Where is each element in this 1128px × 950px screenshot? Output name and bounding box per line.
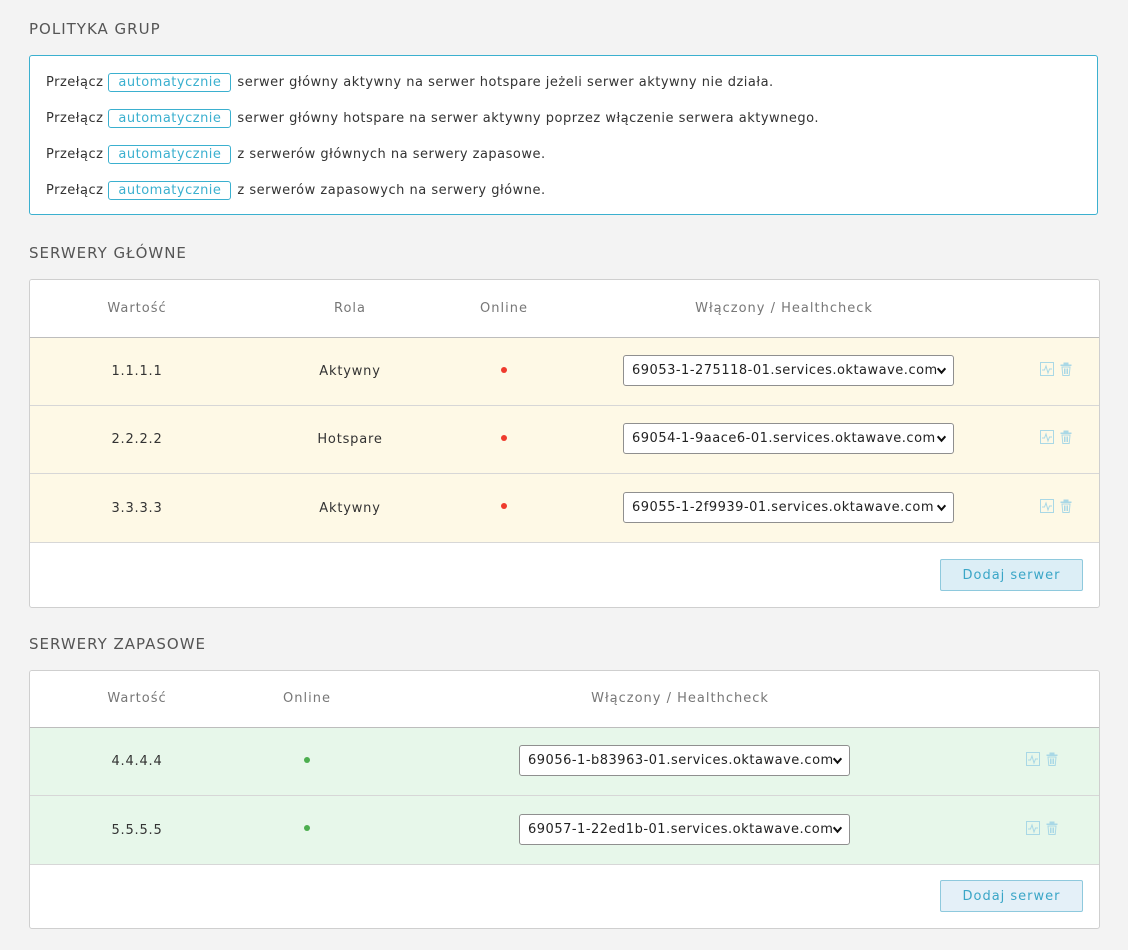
policy-line-3: Przełącz automatycznie z serwerów główny… (46, 145, 546, 164)
chevron-down-icon (936, 435, 947, 443)
chevron-down-icon (936, 367, 947, 375)
healthcheck-icon[interactable] (1040, 499, 1054, 513)
policy-text: z serwerów głównych na serwery zapasowe. (237, 147, 546, 162)
backup-servers-table: Wartość Online Włączony / Healthcheck 4.… (29, 670, 1100, 929)
policy-section-title: POLITYKA GRUP (29, 20, 161, 38)
table-row: 2.2.2.2 Hotspare 69054-1-9aace6-01.servi… (30, 406, 1099, 474)
policy-prefix: Przełącz (46, 147, 104, 162)
online-status (304, 796, 310, 864)
server-role: Hotspare (317, 432, 383, 447)
policy-toggle-4[interactable]: automatycznie (108, 181, 232, 200)
server-value: 1.1.1.1 (111, 364, 163, 379)
online-status (501, 406, 507, 473)
healthcheck-select[interactable]: 69055-1-2f9939-01.services.oktawave.com (623, 492, 954, 523)
healthcheck-icon[interactable] (1026, 821, 1040, 835)
policy-toggle-2[interactable]: automatycznie (108, 109, 232, 128)
policy-line-4: Przełącz automatycznie z serwerów zapaso… (46, 181, 546, 200)
table-row: 5.5.5.5 69057-1-22ed1b-01.services.oktaw… (30, 796, 1099, 865)
server-value: 2.2.2.2 (111, 432, 163, 447)
offline-dot-icon (501, 366, 507, 373)
healthcheck-icon[interactable] (1040, 430, 1054, 444)
chevron-down-icon (936, 504, 947, 512)
row-actions (1040, 362, 1073, 376)
policy-text: z serwerów zapasowych na serwery główne. (237, 183, 546, 198)
server-role: Aktywny (319, 500, 381, 516)
row-actions (1026, 821, 1059, 835)
column-header-online: Online (480, 301, 528, 316)
column-header-role: Rola (334, 301, 366, 316)
policy-text: serwer główny hotspare na serwer aktywny… (237, 111, 820, 126)
online-status (304, 728, 310, 795)
chevron-down-icon (832, 757, 843, 765)
group-policy-page: POLITYKA GRUP Przełącz automatycznie ser… (0, 0, 1128, 950)
table-row: 3.3.3.3 Aktywny 69055-1-2f9939-01.servic… (30, 474, 1099, 543)
column-header-healthcheck: Włączony / Healthcheck (695, 301, 873, 316)
chevron-down-icon (832, 826, 843, 834)
online-dot-icon (304, 756, 310, 763)
table-row: 1.1.1.1 Aktywny 69053-1-275118-01.servic… (30, 338, 1099, 406)
row-actions (1040, 499, 1073, 513)
add-main-server-button[interactable]: Dodaj serwer (940, 559, 1083, 591)
healthcheck-select-value: 69055-1-2f9939-01.services.oktawave.com (632, 500, 935, 515)
policy-prefix: Przełącz (46, 75, 104, 90)
healthcheck-select-value: 69054-1-9aace6-01.services.oktawave.com (632, 431, 936, 446)
trash-icon[interactable] (1059, 362, 1073, 376)
add-backup-server-button[interactable]: Dodaj serwer (940, 880, 1083, 912)
online-dot-icon (304, 825, 310, 831)
healthcheck-icon[interactable] (1040, 362, 1054, 376)
policy-toggle-1[interactable]: automatycznie (108, 73, 232, 92)
offline-dot-icon (501, 503, 507, 509)
trash-icon[interactable] (1045, 752, 1059, 766)
main-servers-table: Wartość Rola Online Włączony / Healthche… (29, 279, 1100, 608)
server-value: 3.3.3.3 (111, 500, 163, 516)
table-footer: Dodaj serwer (30, 543, 1099, 607)
healthcheck-select[interactable]: 69057-1-22ed1b-01.services.oktawave.com (519, 814, 850, 845)
table-header: Wartość Online Włączony / Healthcheck (30, 671, 1099, 728)
column-header-healthcheck: Włączony / Healthcheck (591, 691, 769, 706)
column-header-value: Wartość (107, 691, 167, 706)
policy-box: Przełącz automatycznie serwer główny akt… (29, 55, 1098, 215)
server-role: Aktywny (319, 364, 381, 379)
policy-text: serwer główny aktywny na serwer hotspare… (237, 75, 774, 90)
healthcheck-select-value: 69056-1-b83963-01.services.oktawave.com (528, 753, 834, 768)
server-value: 4.4.4.4 (111, 754, 163, 769)
offline-dot-icon (501, 434, 507, 441)
policy-line-2: Przełącz automatycznie serwer główny hot… (46, 109, 819, 128)
policy-prefix: Przełącz (46, 183, 104, 198)
table-header: Wartość Rola Online Włączony / Healthche… (30, 280, 1099, 338)
trash-icon[interactable] (1059, 430, 1073, 444)
healthcheck-select-value: 69057-1-22ed1b-01.services.oktawave.com (528, 822, 834, 837)
trash-icon[interactable] (1059, 499, 1073, 513)
column-header-online: Online (283, 691, 331, 706)
row-actions (1040, 430, 1073, 444)
online-status (501, 474, 507, 542)
table-row: 4.4.4.4 69056-1-b83963-01.services.oktaw… (30, 728, 1099, 796)
healthcheck-icon[interactable] (1026, 752, 1040, 766)
healthcheck-select[interactable]: 69053-1-275118-01.services.oktawave.com (623, 355, 954, 386)
online-status (501, 338, 507, 405)
column-header-value: Wartość (107, 301, 167, 316)
backup-servers-title: SERWERY ZAPASOWE (29, 635, 207, 653)
policy-toggle-3[interactable]: automatycznie (108, 145, 232, 164)
policy-prefix: Przełącz (46, 111, 104, 126)
main-servers-title: SERWERY GŁÓWNE (29, 244, 187, 262)
server-value: 5.5.5.5 (111, 822, 163, 838)
table-footer: Dodaj serwer (30, 864, 1099, 928)
row-actions (1026, 752, 1059, 766)
healthcheck-select[interactable]: 69056-1-b83963-01.services.oktawave.com (519, 745, 850, 776)
healthcheck-select-value: 69053-1-275118-01.services.oktawave.com (632, 363, 938, 378)
healthcheck-select[interactable]: 69054-1-9aace6-01.services.oktawave.com (623, 423, 954, 454)
trash-icon[interactable] (1045, 821, 1059, 835)
policy-line-1: Przełącz automatycznie serwer główny akt… (46, 73, 774, 92)
